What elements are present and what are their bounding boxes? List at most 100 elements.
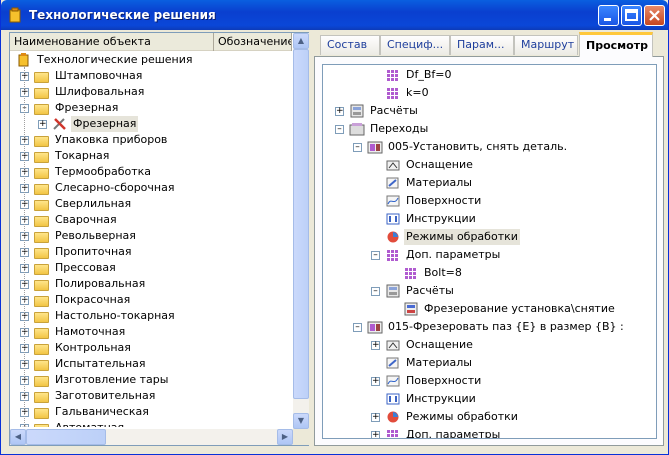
- tree-row[interactable]: – 005-Установить, снять деталь.: [323, 139, 656, 155]
- tree-row[interactable]: Режимы обработки: [323, 229, 656, 245]
- tree-item-label: Токарная: [55, 149, 110, 162]
- tree-row[interactable]: + Револьверная: [10, 228, 292, 244]
- param-icon: [385, 68, 401, 82]
- expand-icon[interactable]: +: [38, 120, 47, 129]
- tree-item-label: Штамповочная: [55, 69, 143, 82]
- tree-row[interactable]: + Шлифовальная: [10, 84, 292, 100]
- tree-row[interactable]: + Покрасочная: [10, 292, 292, 308]
- tree-row[interactable]: + Изготовление тары: [10, 372, 292, 388]
- tree-row[interactable]: + Пропиточная: [10, 244, 292, 260]
- column-header-designation[interactable]: Обозначение о: [214, 33, 292, 51]
- tree-row[interactable]: + Токарная: [10, 148, 292, 164]
- tree-item-label: Режимы обработки: [406, 410, 518, 423]
- tree-row[interactable]: + Слесарно-сборочная: [10, 180, 292, 196]
- tree-row[interactable]: k=0: [323, 85, 656, 101]
- tree-row[interactable]: Bolt=8: [323, 265, 656, 281]
- tree-item-label: Гальваническая: [55, 405, 149, 418]
- tree-row[interactable]: + Прессовая: [10, 260, 292, 276]
- tree-row[interactable]: – Фрезерная: [10, 100, 292, 116]
- surfaces-icon: [385, 374, 401, 388]
- tree-row[interactable]: + Гальваническая: [10, 404, 292, 420]
- equipment-icon: [385, 158, 401, 172]
- tree-row[interactable]: Поверхности: [323, 193, 656, 209]
- object-tree: Технологические решения + Штамповочная + Шли…: [10, 51, 292, 427]
- collapse-icon[interactable]: –: [353, 323, 362, 332]
- tree-row[interactable]: Технологические решения: [10, 52, 292, 68]
- tree-row[interactable]: + Штамповочная: [10, 68, 292, 84]
- collapse-icon[interactable]: –: [371, 251, 380, 260]
- folder-icon: [34, 277, 50, 291]
- tree-row[interactable]: – Переходы: [323, 121, 656, 137]
- tree-row[interactable]: + Режимы обработки: [323, 409, 656, 425]
- left-vertical-scrollbar[interactable]: ▲ ▼: [293, 33, 309, 429]
- tree-connector-line: [24, 67, 25, 427]
- scroll-right-button[interactable]: ▶: [277, 429, 293, 445]
- tab-route[interactable]: Маршрут: [514, 35, 578, 55]
- scroll-up-button[interactable]: ▲: [293, 33, 309, 49]
- tree-row[interactable]: + Настольно-токарная: [10, 308, 292, 324]
- tree-item-label: Контрольная: [55, 341, 131, 354]
- column-header-name[interactable]: Наименование объекта: [10, 33, 214, 51]
- tree-row[interactable]: + Намоточная: [10, 324, 292, 340]
- folder-icon: [34, 389, 50, 403]
- tree-item-label: Пропиточная: [55, 245, 132, 258]
- title-bar[interactable]: Технологические решения: [1, 0, 668, 30]
- tree-row[interactable]: + Термообработка: [10, 164, 292, 180]
- h-scroll-thumb[interactable]: [26, 429, 106, 445]
- scroll-thumb[interactable]: [293, 49, 309, 399]
- column-header-row: Наименование объекта Обозначение о: [10, 33, 292, 51]
- left-horizontal-scrollbar[interactable]: ◀ ▶: [10, 429, 293, 445]
- tree-row[interactable]: + Сверлильная: [10, 196, 292, 212]
- folder-icon: [34, 213, 50, 227]
- tree-row[interactable]: + Контрольная: [10, 340, 292, 356]
- modes-icon: [385, 410, 401, 424]
- tree-row[interactable]: + Полировальная: [10, 276, 292, 292]
- tree-row[interactable]: Материалы: [323, 175, 656, 191]
- tree-row[interactable]: Инструкции: [323, 391, 656, 407]
- scroll-down-button[interactable]: ▼: [293, 413, 309, 429]
- tree-row[interactable]: Фрезерование установка\снятие: [323, 301, 656, 317]
- tree-row[interactable]: + Заготовительная: [10, 388, 292, 404]
- collapse-icon[interactable]: –: [371, 287, 380, 296]
- tree-item-label: Поверхности: [406, 194, 482, 207]
- expand-icon[interactable]: +: [371, 413, 380, 422]
- tree-item-label: Технологические решения: [37, 53, 193, 66]
- root-folder-icon: [16, 53, 32, 67]
- tree-row[interactable]: + Фрезерная: [10, 116, 292, 132]
- tree-item-label: Изготовление тары: [55, 373, 169, 386]
- tree-row[interactable]: + Поверхности: [323, 373, 656, 389]
- tree-row[interactable]: – Доп. параметры: [323, 247, 656, 263]
- tab-specification[interactable]: Специф...: [380, 35, 450, 55]
- expand-icon[interactable]: +: [335, 107, 344, 116]
- folder-icon: [34, 101, 50, 115]
- tree-row[interactable]: – Расчёты: [323, 283, 656, 299]
- folder-icon: [34, 133, 50, 147]
- tree-row[interactable]: + Испытательная: [10, 356, 292, 372]
- tree-row[interactable]: + Оснащение: [323, 337, 656, 353]
- tab-parameters[interactable]: Парам...: [450, 35, 514, 55]
- expand-icon[interactable]: +: [371, 341, 380, 350]
- tree-row[interactable]: + Упаковка приборов: [10, 132, 292, 148]
- minimize-button[interactable]: [598, 5, 619, 26]
- tree-item-label: Поверхности: [406, 374, 482, 387]
- maximize-button[interactable]: [621, 5, 642, 26]
- tree-item-label: Оснащение: [406, 158, 473, 171]
- tree-row[interactable]: Инструкции: [323, 211, 656, 227]
- close-button[interactable]: [644, 5, 665, 26]
- expand-icon[interactable]: +: [371, 431, 380, 438]
- tree-row[interactable]: + Сварочная: [10, 212, 292, 228]
- collapse-icon[interactable]: –: [335, 125, 344, 134]
- tree-row[interactable]: Df_Bf=0: [323, 67, 656, 83]
- tree-row[interactable]: – 015-Фрезеровать паз {E} в размер {B} :: [323, 319, 656, 335]
- tab-composition[interactable]: Состав: [320, 35, 380, 55]
- tab-preview[interactable]: Просмотр: [579, 32, 653, 57]
- tree-row[interactable]: +Автоматная: [10, 420, 292, 427]
- tree-row[interactable]: Оснащение: [323, 157, 656, 173]
- tree-row[interactable]: Материалы: [323, 355, 656, 371]
- scroll-left-button[interactable]: ◀: [10, 429, 26, 445]
- folder-icon: [34, 357, 50, 371]
- collapse-icon[interactable]: –: [353, 143, 362, 152]
- tree-row[interactable]: + Доп. параметры: [323, 427, 656, 438]
- expand-icon[interactable]: +: [371, 377, 380, 386]
- tree-row[interactable]: + Расчёты: [323, 103, 656, 119]
